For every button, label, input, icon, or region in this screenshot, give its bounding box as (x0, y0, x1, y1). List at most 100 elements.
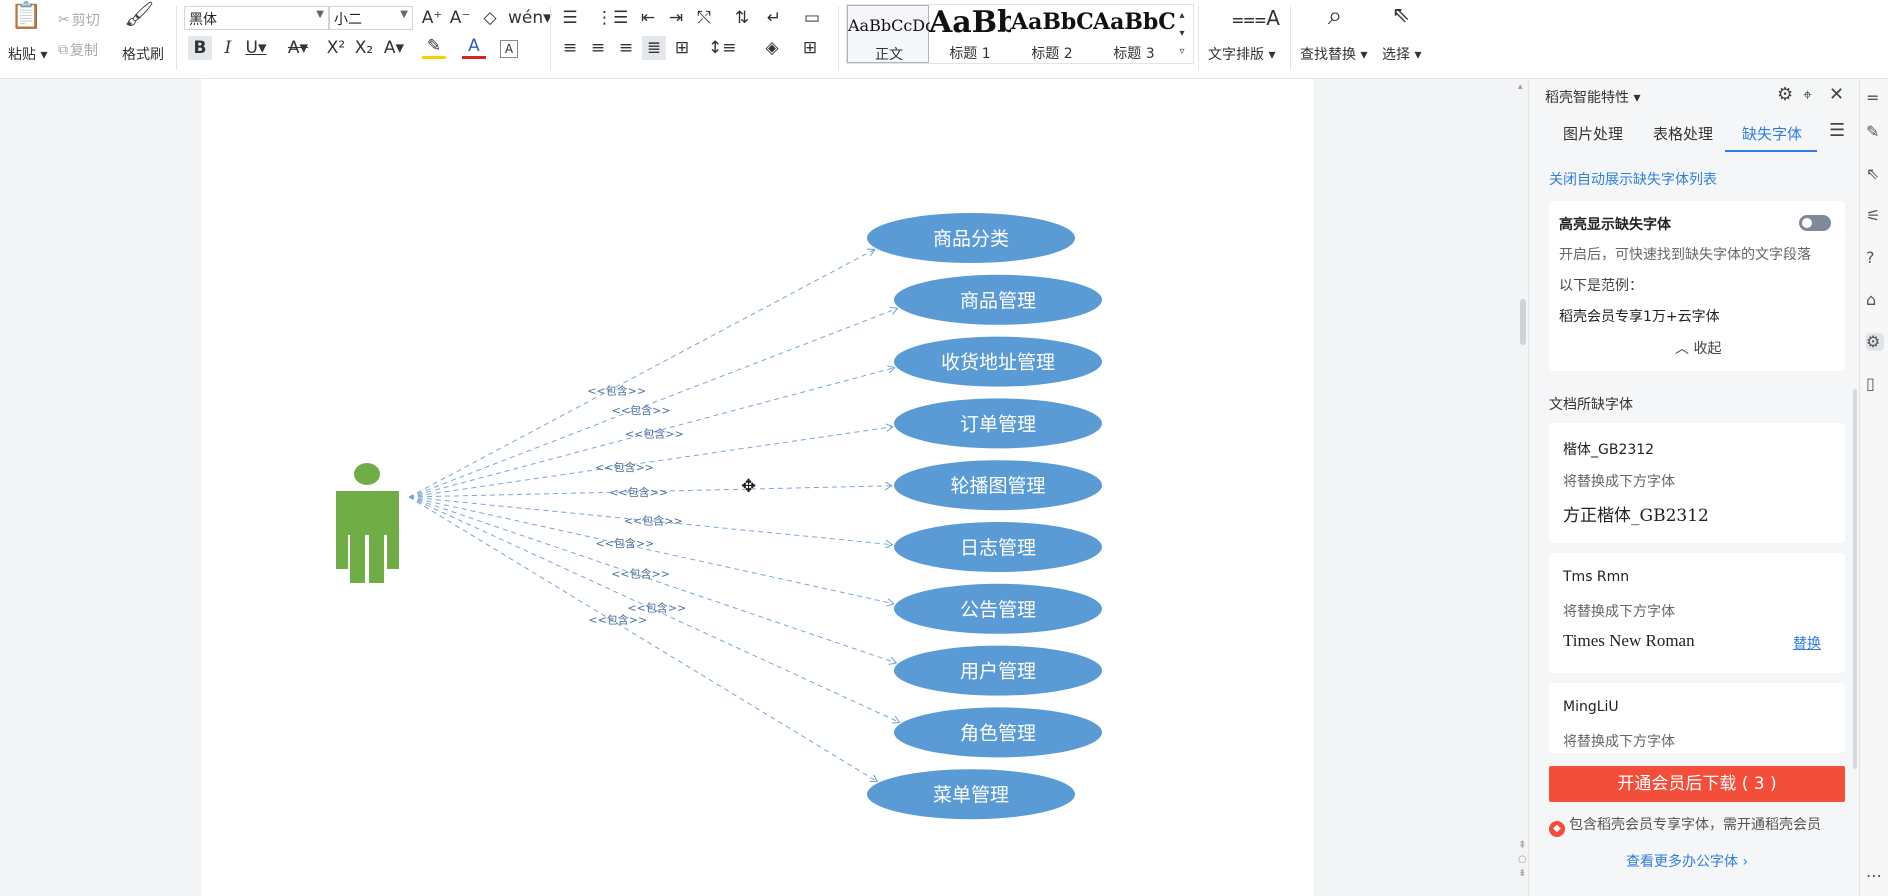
chinese-layout-icon[interactable]: ⤲ (692, 6, 716, 30)
style-heading-1[interactable]: AaBb 标题 1 (929, 5, 1011, 63)
use-case[interactable]: 用户管理 (894, 645, 1102, 696)
underline-icon[interactable]: U▾ (244, 36, 268, 60)
scrollbar-thumb[interactable] (1520, 299, 1526, 345)
separator (1198, 6, 1199, 70)
document-icon[interactable]: ▯ (1866, 375, 1884, 393)
gallery-scroll-icon[interactable]: ▴ ▾ ▿ (1173, 7, 1191, 61)
clear-format-icon[interactable]: ◇ (478, 6, 502, 30)
download-button[interactable]: 开通会员后下载 ( 3 ) (1549, 766, 1845, 802)
cut-button[interactable]: ✂ 剪切 (58, 10, 100, 30)
highlight-toggle[interactable] (1799, 215, 1831, 231)
align-right-icon[interactable]: ≡ (614, 36, 638, 60)
bullet-list-icon[interactable]: ☰ (558, 6, 582, 30)
highlight-icon[interactable]: ✎ (422, 36, 446, 59)
indent-icon[interactable]: ⇥ (664, 6, 688, 30)
gear-icon[interactable]: ⚙ (1777, 85, 1793, 105)
tab-table-processing[interactable]: 表格处理 (1653, 123, 1713, 144)
find-replace-button[interactable]: 查找替换 ▾ (1300, 44, 1367, 64)
style-normal[interactable]: AaBbCcDd 正文 (847, 5, 930, 63)
actor-left-arm (336, 531, 348, 569)
cursor-arrow-icon[interactable]: ⇖ (1388, 4, 1414, 28)
text-effect-icon[interactable]: A▾ (382, 36, 406, 60)
use-case[interactable]: 日志管理 (894, 522, 1102, 572)
help-icon[interactable]: ? (1866, 249, 1884, 267)
document-scrollbar[interactable]: ▴ ⇞ ○ ⇟ (1518, 79, 1528, 896)
tag-icon[interactable]: ⌂ (1866, 291, 1884, 309)
numbered-list-icon[interactable]: ⋮☰ (596, 6, 628, 30)
use-case[interactable]: 轮播图管理 (894, 460, 1102, 511)
phonetic-guide-icon[interactable]: wén▾ (508, 6, 552, 30)
tab-missing-fonts[interactable]: 缺失字体 (1742, 123, 1802, 144)
collapse-button[interactable]: ︿ 收起 (1675, 338, 1721, 358)
font-family-select[interactable]: 黑体 ▼ (184, 6, 329, 30)
use-case[interactable]: 角色管理 (894, 707, 1102, 758)
magnifier-icon[interactable]: ⌕ (1320, 3, 1350, 29)
paste-label[interactable]: 粘贴 ▾ (8, 44, 47, 64)
use-case[interactable]: 菜单管理 (867, 769, 1075, 820)
bold-icon[interactable]: B (188, 36, 212, 60)
use-case[interactable]: 收货地址管理 (894, 336, 1102, 387)
font-color-icon[interactable]: A (462, 36, 486, 59)
style-heading-2[interactable]: AaBbC 标题 2 (1011, 5, 1093, 63)
ruler-icon[interactable]: ▭ (800, 6, 824, 30)
subscript-icon[interactable]: X₂ (352, 36, 376, 60)
docer-logo-icon: ◆ (1549, 821, 1565, 837)
sort-icon[interactable]: ⇅ (730, 6, 754, 30)
edit-icon[interactable]: ✎ (1866, 123, 1884, 141)
close-auto-show-link[interactable]: 关闭自动展示缺失字体列表 (1549, 169, 1717, 189)
collapse-rail-icon[interactable]: = (1866, 89, 1884, 107)
decrease-font-icon[interactable]: A⁻ (448, 6, 472, 30)
use-case[interactable]: 商品管理 (894, 274, 1102, 325)
document-area: <<包含>> <<包含>> <<包含>> <<包含>> <<包含>> <<包含>> <<包含… (0, 79, 1518, 896)
italic-icon[interactable]: I (216, 36, 240, 60)
distribute-icon[interactable]: ⊞ (670, 36, 694, 60)
outdent-icon[interactable]: ⇤ (636, 6, 660, 30)
format-painter-button[interactable]: 🖌 (124, 0, 155, 28)
more-icon[interactable]: ⋯ (1866, 867, 1884, 885)
scroll-up-icon[interactable]: ▴ (1518, 77, 1523, 97)
replace-link[interactable]: 替换 (1793, 633, 1821, 653)
shading-icon[interactable]: ◈ (760, 36, 784, 60)
format-painter-label[interactable]: 格式刷 (122, 44, 164, 64)
pane-scrollbar[interactable] (1853, 389, 1857, 769)
paste-button[interactable]: 📋 (10, 3, 42, 29)
copy-button[interactable]: ⧉ 复制 (58, 40, 98, 60)
more-fonts-link[interactable]: 查看更多办公字体 › (1626, 851, 1748, 871)
page-nav-icon[interactable]: ⇞ ○ ⇟ (1518, 839, 1527, 881)
line-spacing-icon[interactable]: ↕≡ (708, 36, 737, 60)
increase-font-icon[interactable]: A⁺ (420, 6, 444, 30)
example-label: 以下是范例： (1559, 278, 1643, 294)
style-heading-3[interactable]: AaBbC 标题 3 (1093, 5, 1175, 63)
settings-slider-icon[interactable]: ⚟ (1866, 207, 1884, 225)
brush-icon: 🖌 (124, 0, 155, 28)
actor-head (354, 463, 380, 485)
select-button[interactable]: 选择 ▾ (1382, 44, 1421, 64)
char-border-icon[interactable]: A (500, 40, 518, 58)
select-icon[interactable]: ⇖ (1866, 165, 1884, 183)
align-center-icon[interactable]: ≡ (586, 36, 610, 60)
align-left-icon[interactable]: ≡ (558, 36, 582, 60)
menu-icon[interactable]: ☰ (1829, 121, 1845, 141)
use-case[interactable]: 商品分类 (867, 213, 1075, 263)
borders-icon[interactable]: ⊞ (798, 36, 822, 60)
text-layout-icon[interactable]: ⩶A (1232, 6, 1280, 30)
strikethrough-icon[interactable]: A▾ (286, 36, 310, 60)
style-sample: AaBbC (1011, 9, 1093, 35)
superscript-icon[interactable]: X² (324, 36, 348, 60)
use-case[interactable]: 公告管理 (894, 583, 1102, 634)
pin-icon[interactable]: ⌖ (1803, 85, 1812, 105)
show-marks-icon[interactable]: ↵ (762, 6, 786, 30)
pane-title[interactable]: 稻壳智能特性 ▾ (1545, 87, 1640, 107)
actor[interactable] (336, 463, 399, 583)
text-layout-button[interactable]: 文字排版 ▾ (1208, 44, 1275, 64)
tab-image-processing[interactable]: 图片处理 (1563, 123, 1623, 144)
close-icon[interactable]: ✕ (1829, 85, 1844, 105)
use-case-diagram[interactable]: <<包含>><<包含>><<包含>><<包含>><<包含>><<包含>><<包含… (201, 79, 1313, 896)
font-size-select[interactable]: 小二 ▼ (329, 6, 413, 30)
font-icon[interactable]: ⚙ (1866, 333, 1884, 351)
use-case[interactable]: 订单管理 (894, 398, 1102, 449)
justify-icon[interactable]: ≣ (642, 36, 666, 60)
highlight-title: 高亮显示缺失字体 (1559, 217, 1671, 233)
style-sample: AaBbCcDd (848, 16, 930, 35)
include-link (408, 496, 894, 604)
